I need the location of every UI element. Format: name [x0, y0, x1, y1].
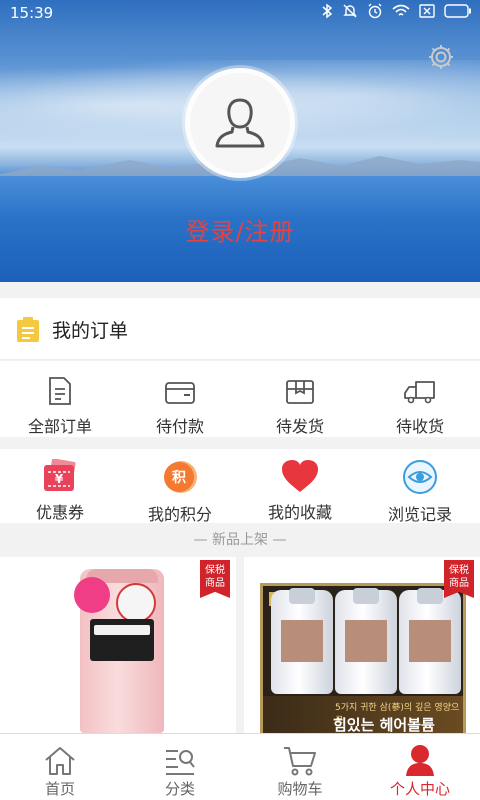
wifi-icon — [392, 4, 410, 16]
avatar[interactable] — [185, 68, 295, 178]
battery-icon — [444, 4, 471, 18]
profile-header: 15:39 登录/注册 — [0, 0, 480, 282]
truck-icon — [404, 381, 435, 404]
my-points-label: 我的积分 — [147, 505, 212, 524]
order-status-row: 全部订单 待付款 待发货 待收货 — [0, 361, 480, 437]
tab-profile[interactable]: 个人中心 — [360, 734, 480, 800]
status-icons — [321, 3, 472, 19]
settings-button[interactable] — [426, 42, 456, 72]
coupons-label: 优惠券 — [35, 503, 84, 522]
all-orders-button[interactable]: 全部订单 — [0, 361, 120, 437]
user-placeholder-icon — [215, 98, 265, 148]
status-time: 15:39 — [10, 4, 54, 22]
points-icon: 积 — [164, 461, 197, 493]
bluetooth-icon — [322, 3, 333, 19]
person-icon — [406, 745, 434, 776]
coupon-icon: ¥ — [44, 459, 76, 491]
login-register-link[interactable]: 登录/注册 — [0, 212, 480, 247]
tab-profile-label: 个人中心 — [389, 780, 450, 798]
pending-payment-button[interactable]: 待付款 — [120, 361, 240, 437]
status-bar: 15:39 — [0, 0, 480, 26]
pending-shipment-label: 待发货 — [275, 417, 324, 436]
wallet-icon — [165, 382, 195, 404]
badge-line-2: 商品 — [449, 578, 469, 589]
product-image: 5가지 귀한 삼(蔘)의 깊은 영양으로 힘있는 헤어볼륨 — [260, 583, 466, 733]
document-icon — [49, 377, 71, 405]
product-card[interactable]: 保税 商品 — [0, 557, 236, 733]
my-points-button[interactable]: 积 我的积分 — [120, 449, 240, 524]
pending-receipt-button[interactable]: 待收货 — [360, 361, 480, 437]
tab-category-label: 分类 — [164, 780, 195, 798]
package-icon — [286, 380, 314, 404]
badge-line-1: 保税 — [205, 565, 225, 576]
badge-line-1: 保税 — [449, 565, 469, 576]
home-icon — [45, 747, 75, 775]
bonded-badge: 保税 商品 — [200, 560, 230, 598]
tab-category[interactable]: 分类 — [120, 734, 240, 800]
coupon-glyph: ¥ — [55, 472, 64, 486]
product-card[interactable]: 5가지 귀한 삼(蔘)의 깊은 영양으로 힘있는 헤어볼륨 保税 商品 — [244, 557, 480, 733]
cart-icon — [284, 747, 316, 776]
new-products-heading: — 新品上架 — — [193, 532, 287, 548]
mute-bell-icon — [343, 4, 357, 18]
bottom-tab-bar: 首页 分类 购物车 个人中心 — [0, 733, 480, 800]
browse-history-button[interactable]: 浏览记录 — [360, 449, 480, 524]
product-text-line-2: 힘있는 헤어볼륨 — [333, 716, 435, 733]
eye-icon — [403, 460, 437, 494]
heart-icon — [282, 460, 318, 492]
all-orders-label: 全部订单 — [27, 417, 92, 436]
badge-line-2: 商品 — [205, 578, 225, 589]
tab-home[interactable]: 首页 — [0, 734, 120, 800]
my-favorites-label: 我的收藏 — [267, 503, 332, 522]
tab-cart-label: 购物车 — [277, 780, 323, 798]
user-tools-row: ¥ 优惠券 积 我的积分 我的收藏 浏览记录 — [0, 449, 480, 524]
browse-history-label: 浏览记录 — [387, 505, 452, 524]
product-list: 保税 商品 5가지 귀한 삼(蔘)의 깊은 영양으로 힘있는 헤어볼륨 保税 商… — [0, 557, 480, 733]
my-favorites-button[interactable]: 我的收藏 — [240, 449, 360, 523]
points-glyph: 积 — [172, 469, 186, 486]
pending-shipment-button[interactable]: 待发货 — [240, 361, 360, 437]
category-icon — [166, 750, 195, 775]
my-orders-header[interactable]: 我的订单 — [0, 298, 480, 360]
my-orders-title: 我的订单 — [52, 320, 129, 342]
pending-receipt-label: 待收货 — [395, 417, 444, 436]
clipboard-icon — [17, 317, 39, 342]
tab-home-label: 首页 — [44, 780, 75, 798]
alarm-icon — [368, 3, 382, 19]
no-sim-icon — [419, 4, 435, 18]
coupons-button[interactable]: ¥ 优惠券 — [0, 449, 120, 523]
gear-icon — [429, 45, 453, 69]
tab-cart[interactable]: 购物车 — [240, 734, 360, 800]
pending-payment-label: 待付款 — [155, 417, 204, 436]
product-image — [74, 569, 164, 733]
